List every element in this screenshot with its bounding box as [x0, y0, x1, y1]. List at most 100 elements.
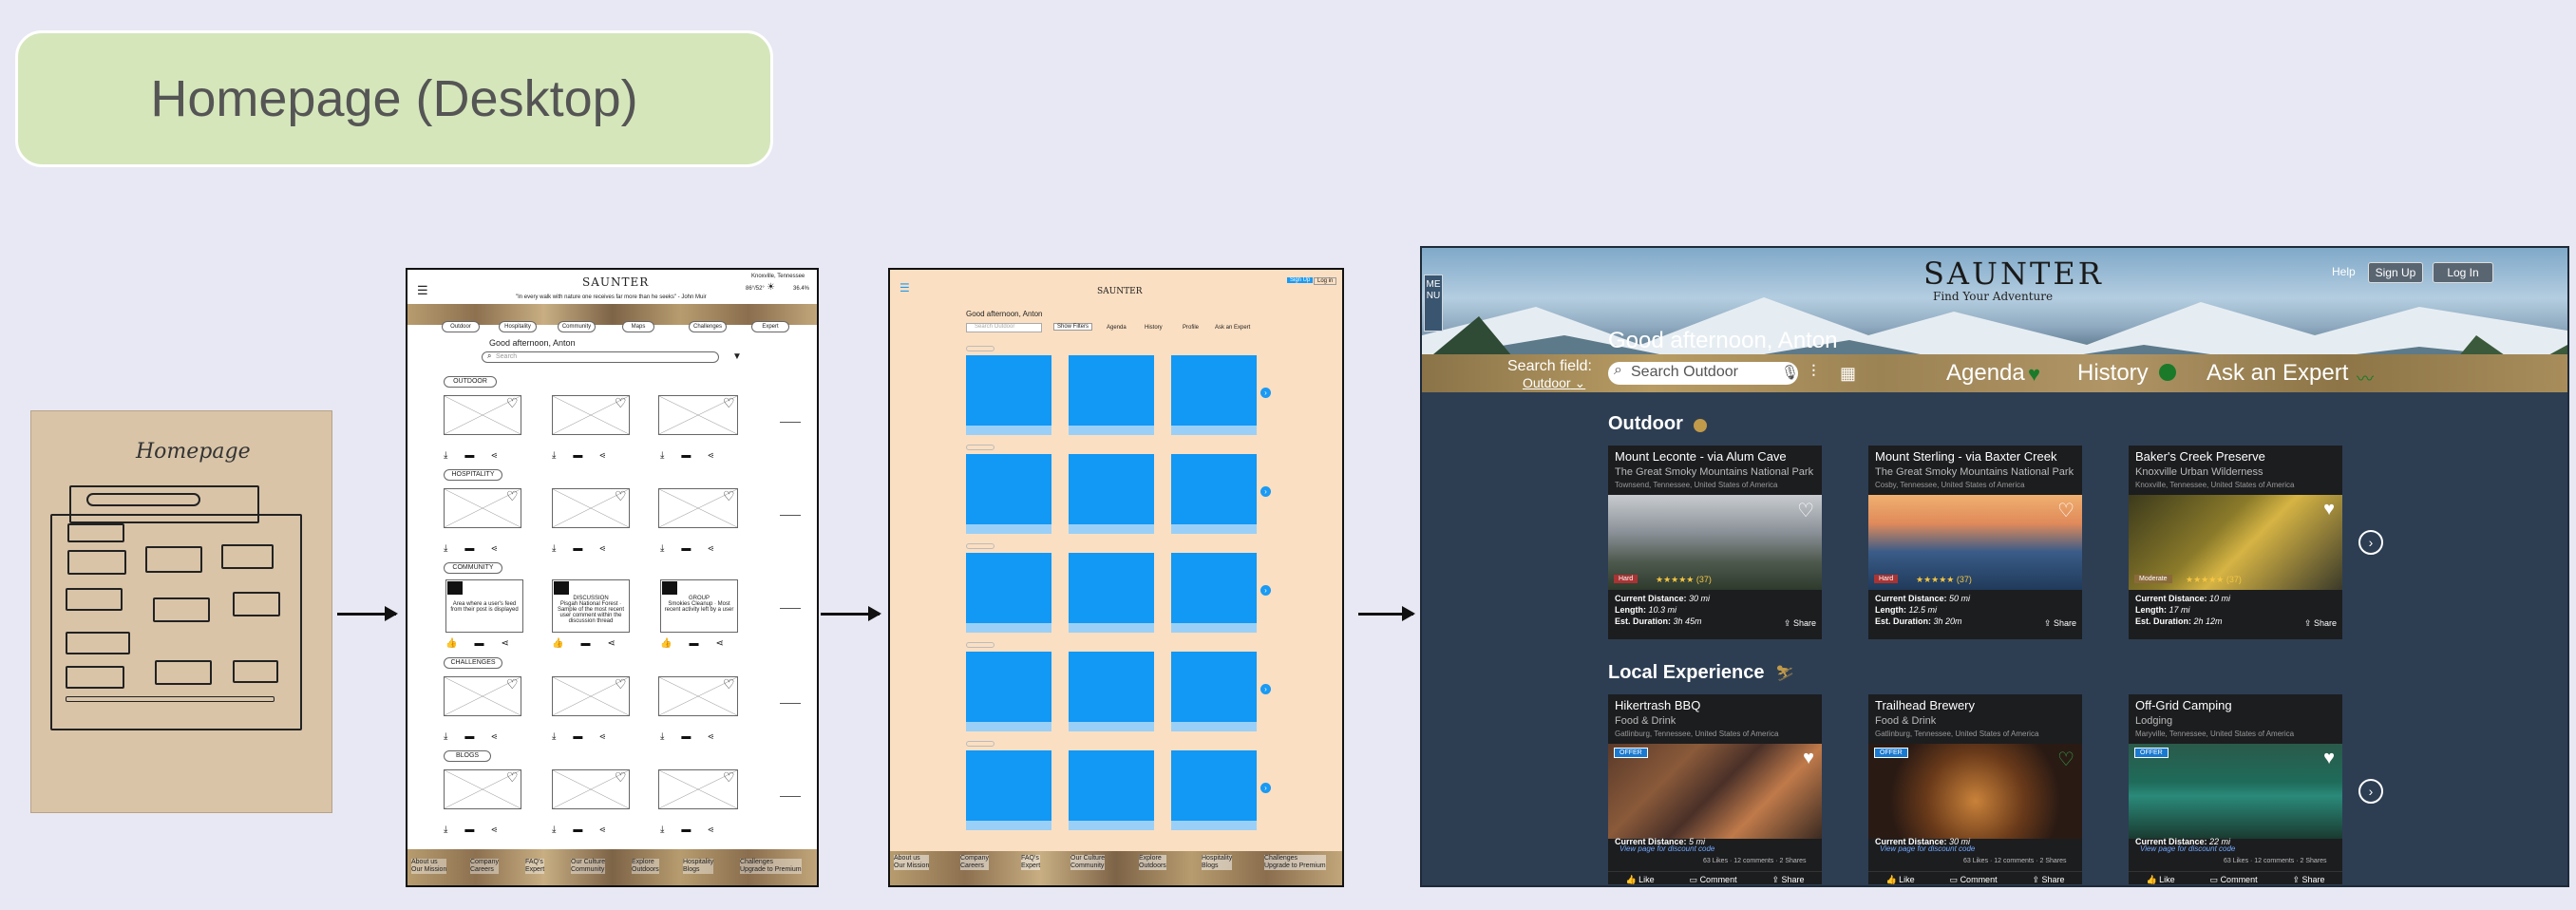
- section-pill[interactable]: [966, 741, 994, 747]
- footer-link[interactable]: About us Our Mission: [411, 859, 447, 874]
- section-pill[interactable]: [966, 642, 994, 648]
- favorite-heart-icon[interactable]: ♡: [1797, 499, 1814, 522]
- card-action-icons[interactable]: ⤓▬⋖: [444, 825, 514, 835]
- mid-card[interactable]: [1069, 454, 1154, 524]
- heart-icon[interactable]: ♡: [506, 488, 519, 504]
- card-action-icons[interactable]: ⤓▬⋖: [660, 825, 730, 835]
- favorite-heart-icon[interactable]: ♥: [1803, 748, 1814, 769]
- share-button[interactable]: ⇪ Share: [2292, 875, 2324, 885]
- discount-link[interactable]: View page for discount code: [2140, 844, 2235, 853]
- help-link[interactable]: Help: [2332, 265, 2356, 278]
- mid-card[interactable]: [1069, 553, 1154, 623]
- card-action-icons[interactable]: ⤓▬⋖: [660, 450, 730, 461]
- mid-card[interactable]: [1171, 553, 1257, 623]
- outdoor-card[interactable]: Baker's Creek Preserve Knoxville Urban W…: [2129, 446, 2342, 639]
- local-card[interactable]: Trailhead Brewery Food & Drink Gatlinbur…: [1868, 694, 2082, 884]
- share-button[interactable]: ⇪ Share: [2032, 875, 2064, 885]
- mid-card[interactable]: [966, 454, 1051, 524]
- wire-tab[interactable]: Community: [558, 321, 596, 332]
- wire-section-community[interactable]: COMMUNITY: [444, 562, 502, 574]
- next-arrow-icon[interactable]: ›: [1260, 783, 1271, 793]
- next-arrow-icon[interactable]: ›: [1260, 585, 1271, 596]
- mid-card[interactable]: [966, 652, 1051, 722]
- scroll-arrow[interactable]: [780, 796, 801, 797]
- section-pill[interactable]: [966, 445, 994, 450]
- share-button[interactable]: ⇪ Share: [2304, 618, 2337, 629]
- share-button[interactable]: ⇪ Share: [2044, 618, 2076, 629]
- mid-search-input[interactable]: Search Outdoor: [966, 323, 1042, 332]
- login-button[interactable]: Log In: [2433, 262, 2493, 283]
- footer-link[interactable]: FAQ's Expert: [525, 859, 545, 874]
- like-button[interactable]: 👍 Like: [2146, 875, 2174, 885]
- footer-link[interactable]: Hospitality Blogs: [683, 859, 714, 874]
- wire-tab[interactable]: Expert: [751, 321, 789, 332]
- footer-link[interactable]: Challenges Upgrade to Premium: [740, 859, 802, 874]
- filters-button[interactable]: Show Filters: [1053, 323, 1093, 331]
- microphone-icon[interactable]: 🎙: [1781, 364, 1799, 381]
- card-action-icons[interactable]: ⤓▬⋖: [552, 825, 622, 835]
- scroll-arrow[interactable]: [780, 515, 801, 516]
- heart-icon[interactable]: ♡: [615, 488, 627, 504]
- scroll-arrow[interactable]: [780, 608, 801, 609]
- wire-search-input[interactable]: Search: [482, 351, 719, 363]
- filter-icon[interactable]: ▼: [732, 351, 742, 362]
- card-action-icons[interactable]: ⤓▬⋖: [552, 543, 622, 554]
- next-arrow-icon[interactable]: ›: [1260, 388, 1271, 398]
- heart-icon[interactable]: ♡: [615, 769, 627, 786]
- next-arrow-icon[interactable]: ›: [1260, 684, 1271, 694]
- card-action-icons[interactable]: ⤓▬⋖: [660, 543, 730, 554]
- section-pill[interactable]: [966, 346, 994, 351]
- mid-nav-item[interactable]: History: [1145, 325, 1163, 331]
- heart-icon[interactable]: ♡: [506, 395, 519, 411]
- heart-icon[interactable]: ♡: [615, 395, 627, 411]
- outdoor-card[interactable]: Mount Leconte - via Alum Cave The Great …: [1608, 446, 1822, 639]
- mid-card[interactable]: [1171, 454, 1257, 524]
- footer-link[interactable]: About us Our Mission: [894, 855, 930, 870]
- next-arrow-icon[interactable]: ›: [2358, 530, 2383, 555]
- like-button[interactable]: 👍 Like: [1885, 875, 1914, 885]
- mid-card[interactable]: [1069, 355, 1154, 426]
- hamburger-menu-icon[interactable]: ☰: [417, 283, 428, 298]
- wire-section-outdoor[interactable]: OUTDOOR: [444, 376, 497, 388]
- menu-button[interactable]: MENU: [1424, 275, 1443, 332]
- heart-icon[interactable]: ♡: [506, 676, 519, 692]
- heart-icon[interactable]: ♡: [723, 488, 735, 504]
- heart-icon[interactable]: ♡: [506, 769, 519, 786]
- hamburger-menu-icon[interactable]: ☰: [900, 281, 910, 294]
- favorite-heart-icon[interactable]: ♥: [2323, 748, 2335, 769]
- share-button[interactable]: ⇪ Share: [1784, 618, 1816, 629]
- footer-link[interactable]: FAQ's Expert: [1021, 855, 1041, 870]
- mid-card[interactable]: [1171, 652, 1257, 722]
- login-button[interactable]: Log in: [1314, 277, 1337, 285]
- footer-link[interactable]: Company Careers: [470, 859, 499, 874]
- discount-link[interactable]: View page for discount code: [1880, 844, 1975, 853]
- card-action-icons[interactable]: ⤓▬⋖: [552, 450, 622, 461]
- favorite-heart-icon[interactable]: ♡: [2057, 748, 2074, 771]
- local-card[interactable]: Off-Grid Camping Lodging Maryville, Tenn…: [2129, 694, 2342, 884]
- wire-tab[interactable]: Challenges: [689, 321, 727, 332]
- next-arrow-icon[interactable]: ›: [2358, 779, 2383, 804]
- filter-sliders-icon[interactable]: ⫶: [1811, 362, 1816, 382]
- community-action-icons[interactable]: 👍▬⋖: [552, 638, 633, 649]
- wire-section-challenges[interactable]: CHALLENGES: [444, 657, 502, 669]
- community-action-icons[interactable]: 👍▬⋖: [660, 638, 741, 649]
- card-action-icons[interactable]: ⤓▬⋖: [552, 731, 622, 742]
- footer-link[interactable]: Explore Outdoors: [632, 859, 659, 874]
- footer-link[interactable]: Our Culture Community: [571, 859, 606, 874]
- wire-section-hospitality[interactable]: HOSPITALITY: [444, 469, 502, 481]
- wire-section-blogs[interactable]: BLOGS: [444, 750, 491, 762]
- footer-link[interactable]: Challenges Upgrade to Premium: [1264, 855, 1326, 870]
- map-icon[interactable]: ▦: [1840, 364, 1856, 384]
- mid-nav-item[interactable]: Ask an Expert: [1215, 325, 1250, 331]
- card-action-icons[interactable]: ⤓▬⋖: [660, 731, 730, 742]
- wire-tab[interactable]: Hospitality: [499, 321, 537, 332]
- search-field-select[interactable]: Outdoor ⌄: [1523, 375, 1585, 391]
- nav-agenda[interactable]: Agenda: [1946, 360, 2025, 387]
- mid-card[interactable]: [966, 553, 1051, 623]
- footer-link[interactable]: Explore Outdoors: [1139, 855, 1166, 870]
- heart-icon[interactable]: ♡: [723, 395, 735, 411]
- nav-history[interactable]: History: [2077, 360, 2149, 387]
- signup-button[interactable]: Sign Up: [1287, 277, 1314, 283]
- wire-tab[interactable]: Outdoor: [442, 321, 480, 332]
- footer-link[interactable]: Hospitality Blogs: [1202, 855, 1233, 870]
